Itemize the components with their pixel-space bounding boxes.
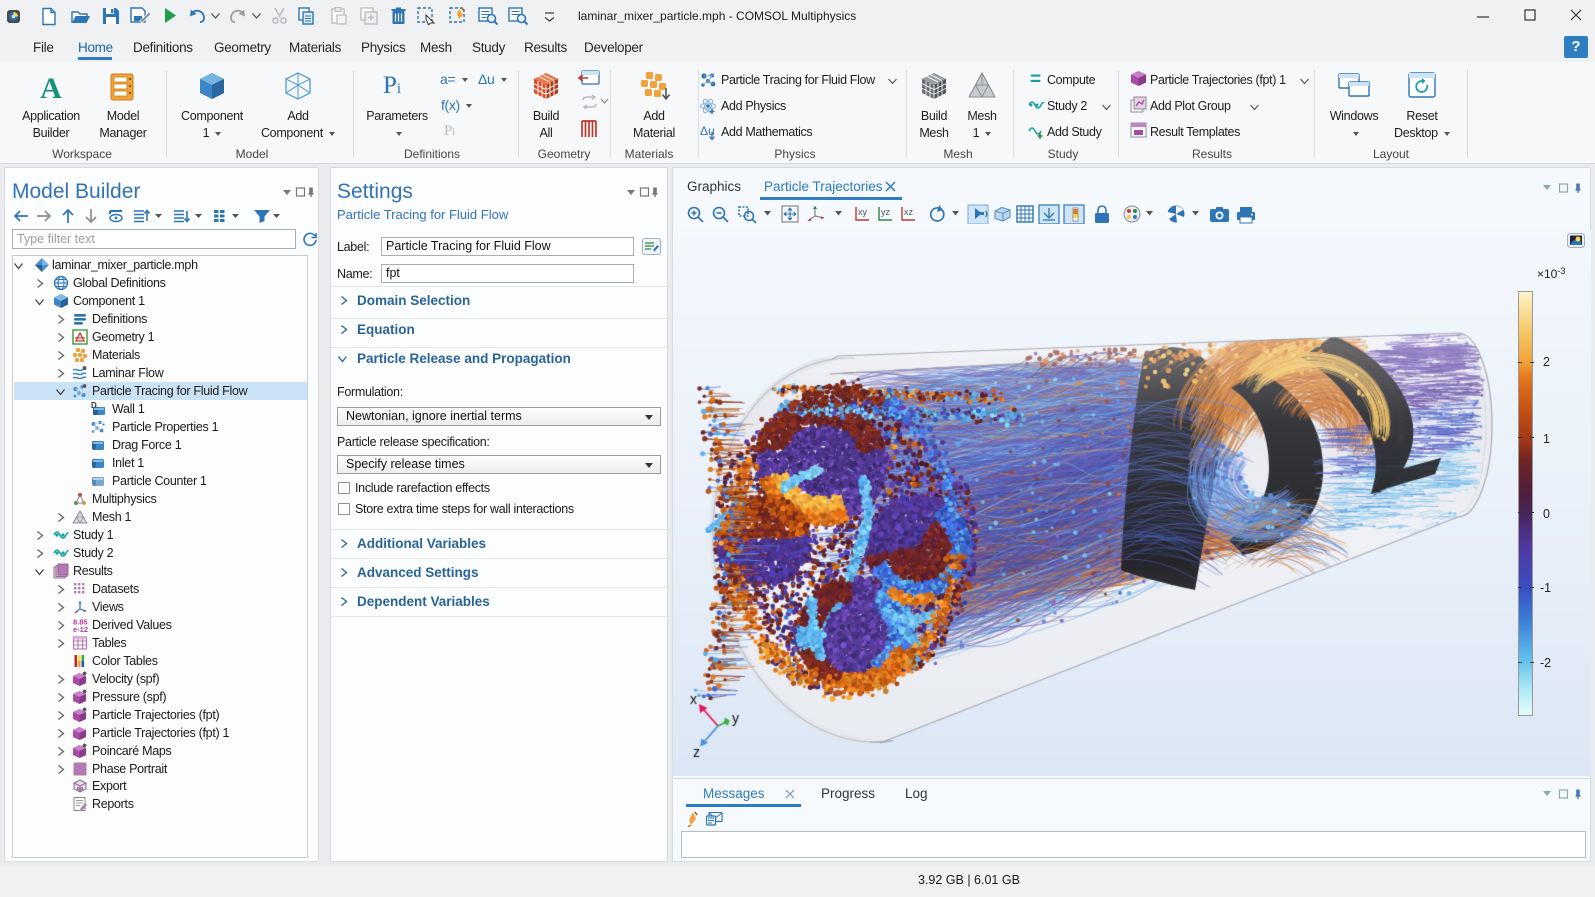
svg-text:A: A xyxy=(40,73,62,103)
svg-text:e-12: e-12 xyxy=(73,625,88,633)
svg-text:yz: yz xyxy=(881,207,891,217)
svg-text:xz: xz xyxy=(904,207,914,217)
svg-text:xy: xy xyxy=(858,207,868,217)
